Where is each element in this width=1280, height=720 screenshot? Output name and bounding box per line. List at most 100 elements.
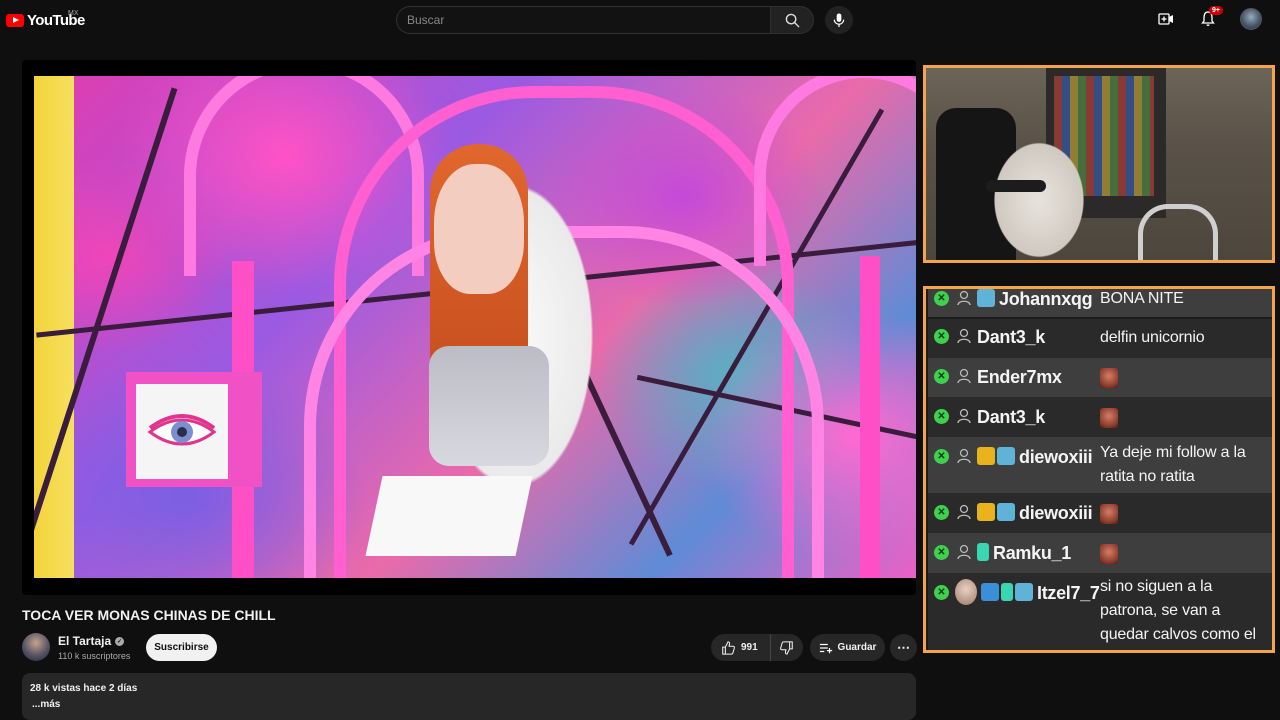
chat-message: ✕ Ender7mx [928, 358, 1272, 397]
microphone-arm [986, 180, 1046, 192]
chat-message: ✕ Johannxqg BONA NITE [928, 289, 1272, 317]
crown-badge-icon [977, 447, 995, 465]
region-label: MX [68, 10, 79, 17]
video-player[interactable] [22, 60, 916, 595]
subscriber-badge-icon [997, 503, 1015, 521]
badge-icon [981, 583, 999, 601]
video-create-icon [1158, 13, 1173, 25]
save-label: Guardar [837, 642, 877, 653]
chat-username: diewoxiii [1019, 503, 1093, 523]
user-icon [955, 503, 973, 521]
chat-username: Ender7mx [977, 367, 1062, 387]
chat-text: si no siguen a la patrona, se van a qued… [1100, 578, 1256, 643]
streamer-webcam [923, 65, 1275, 263]
search-input[interactable] [397, 7, 771, 33]
chat-message: ✕ Itzel7_7 si no siguen a la patrona, se… [928, 573, 1272, 650]
eye-icon [147, 413, 217, 445]
views-and-date: 28 k vistas hace 2 días [30, 683, 138, 694]
search-button[interactable] [770, 6, 814, 34]
emote-icon [1100, 543, 1118, 564]
top-bar: YouTube MX 9+ [0, 0, 1280, 42]
subscribe-button[interactable]: Suscribirse [146, 634, 217, 661]
emote-icon [1100, 367, 1118, 388]
verified-chat-badge-icon: ✕ [934, 449, 949, 464]
show-more-link[interactable]: ...más [32, 699, 60, 710]
background-decoration [860, 256, 880, 578]
video-frame[interactable] [34, 76, 916, 578]
chat-message: ✕ diewoxiii Ya deje mi follow a la ratit… [928, 437, 1272, 493]
verified-chat-badge-icon: ✕ [934, 369, 949, 384]
create-button[interactable] [1156, 9, 1176, 29]
chat-username: Dant3_k [977, 327, 1045, 347]
dislike-button[interactable] [771, 634, 803, 661]
background-decoration [754, 76, 916, 266]
channel-name[interactable]: El Tartaja [58, 634, 111, 648]
thumbs-up-icon [722, 640, 735, 655]
crown-badge-icon [977, 503, 995, 521]
emote-icon [1100, 407, 1118, 428]
user-icon [955, 367, 973, 385]
verified-chat-badge-icon: ✕ [934, 291, 949, 306]
streamer-figure [984, 130, 1094, 260]
chat-message: ✕ diewoxiii [928, 493, 1272, 533]
chat-username: diewoxiii [1019, 447, 1093, 467]
subscriber-badge-icon [1015, 583, 1033, 601]
description-box[interactable]: 28 k vistas hace 2 días ...más [22, 673, 916, 720]
verified-chat-badge-icon: ✕ [934, 329, 949, 344]
eye-card [136, 384, 228, 479]
person-face [434, 164, 524, 294]
subscriber-badge-icon [997, 447, 1015, 465]
chat-text: delfin unicornio [1100, 329, 1205, 346]
header-actions: 9+ [1156, 6, 1262, 30]
chat-username: Itzel7_7 [1037, 583, 1100, 603]
verified-icon: ✓ [115, 636, 125, 646]
notification-badge: 9+ [1209, 6, 1223, 15]
chat-message: ✕ Dant3_k delfin unicornio [928, 319, 1272, 358]
verified-chat-badge-icon: ✕ [934, 409, 949, 424]
video-title: TOCA VER MONAS CHINAS DE CHILL [22, 607, 276, 623]
like-count: 991 [741, 642, 758, 653]
person-dress [429, 346, 549, 466]
like-button[interactable]: 991 [711, 634, 771, 661]
chat-emote [1100, 366, 1118, 390]
more-actions-button[interactable]: ⋯ [890, 634, 917, 661]
search-box [396, 6, 771, 34]
verified-chat-badge-icon: ✕ [934, 545, 949, 560]
save-button[interactable]: Guardar [810, 634, 885, 661]
chat-text: BONA NITE [1100, 290, 1184, 307]
user-icon [955, 407, 973, 425]
chat-message: ✕ Dant3_k [928, 397, 1272, 437]
chat-emote [1100, 542, 1118, 566]
subscriber-count: 110 k suscriptores [58, 651, 131, 661]
paper-sheet [365, 476, 533, 556]
chat-text: Ya deje mi follow a la ratita no ratita [1100, 444, 1246, 485]
user-avatar-icon [955, 579, 977, 605]
microphone-icon [833, 12, 845, 27]
channel-avatar[interactable] [22, 633, 50, 661]
chat-message: ✕ Ramku_1 [928, 533, 1272, 573]
chat-username: Johannxqg [999, 289, 1093, 309]
verified-chat-badge-icon: ✕ [934, 505, 949, 520]
youtube-play-icon [6, 14, 24, 27]
folding-chair [1138, 204, 1218, 260]
eye-sign [126, 372, 262, 487]
like-dislike-group: 991 [711, 634, 803, 661]
channel-name-row[interactable]: El Tartaja ✓ [58, 634, 125, 648]
subscriber-badge-icon [977, 289, 995, 307]
user-icon [955, 289, 973, 307]
user-icon [955, 543, 973, 561]
voice-search-button[interactable] [825, 6, 853, 34]
search-icon [785, 13, 800, 28]
more-horizontal-icon: ⋯ [897, 639, 910, 655]
badge-icon [1001, 583, 1013, 601]
chat-emote [1100, 502, 1118, 526]
user-avatar[interactable] [1240, 8, 1262, 30]
subscriber-badge-icon [977, 543, 989, 561]
emote-icon [1100, 503, 1118, 524]
user-icon [955, 447, 973, 465]
user-icon [955, 327, 973, 345]
chat-overlay: ✕ Johannxqg BONA NITE ✕ Dant3_k delfin u… [923, 286, 1275, 653]
notifications-button[interactable]: 9+ [1198, 6, 1223, 29]
thumbs-down-icon [780, 640, 793, 655]
chat-username: Dant3_k [977, 407, 1045, 427]
